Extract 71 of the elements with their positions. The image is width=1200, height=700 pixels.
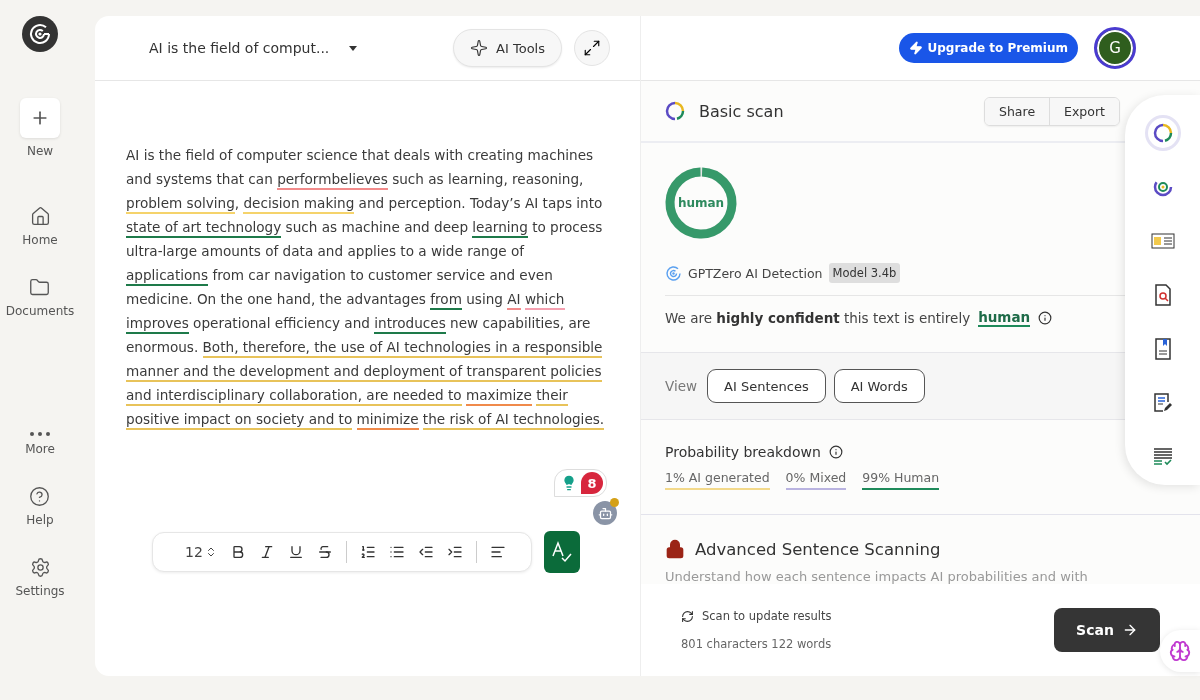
suggestions-bubble[interactable]: 8 — [554, 469, 607, 497]
breakdown-item: 1% AI generated — [665, 470, 770, 490]
grammar-check-button[interactable] — [544, 531, 580, 573]
refresh-icon — [681, 609, 694, 623]
document-icon — [1150, 232, 1175, 250]
robot-icon — [597, 505, 613, 521]
view-label: View — [665, 378, 698, 394]
align-left-button[interactable] — [489, 544, 506, 560]
ai-tools-button[interactable]: AI Tools — [453, 29, 562, 67]
sparkle-icon — [470, 39, 489, 57]
logo — [22, 16, 58, 52]
upgrade-button[interactable]: Upgrade to Premium — [899, 33, 1078, 63]
action-button[interactable]: Share — [985, 97, 1050, 125]
lightbulb-icon — [561, 475, 577, 491]
view-button[interactable]: AI Words — [833, 369, 925, 403]
font-size-select[interactable]: 12 — [185, 544, 217, 560]
bot-avatar[interactable] — [593, 501, 617, 525]
user-avatar[interactable]: G — [1094, 27, 1136, 69]
indent-button[interactable] — [446, 544, 463, 560]
scan-title: Basic scan — [699, 101, 784, 121]
document-title-dropdown[interactable]: AI is the field of comput... — [143, 39, 364, 57]
detector-name: GPTZero AI Detection — [688, 265, 823, 281]
rail-button[interactable] — [1144, 115, 1181, 151]
section-description: Understand how each sentence impacts AI probabilities and with — [665, 569, 1089, 584]
breakdown-item: 0% Mixed — [785, 470, 847, 490]
sidebar-item[interactable]: More — [25, 432, 55, 456]
breakdown-item: 99% Human — [862, 470, 940, 490]
update-note: Scan to update results — [702, 609, 832, 623]
bookmark-page-icon — [1154, 338, 1171, 360]
lock-icon — [665, 539, 685, 559]
action-button[interactable]: Export — [1049, 97, 1119, 125]
section-title: Advanced Sentence Scanning — [695, 539, 941, 559]
bullet-list-button[interactable] — [388, 544, 405, 560]
model-tag: Model 3.4b — [828, 263, 901, 283]
verdict-link[interactable]: human — [978, 309, 1031, 327]
help-icon — [29, 486, 51, 507]
verdict-text: We are highly confident this text is entirely — [665, 310, 971, 326]
note-edit-icon — [1153, 393, 1172, 413]
notification-dot — [610, 498, 619, 507]
view-button[interactable]: AI Sentences — [707, 369, 826, 403]
breakdown-title: Probability breakdown — [665, 444, 821, 460]
home-icon — [29, 206, 51, 227]
numbered-list-button[interactable] — [359, 544, 376, 560]
sidebar-item[interactable]: Help — [26, 486, 54, 527]
checklist-icon — [1152, 448, 1173, 466]
sidebar-item[interactable]: Home — [22, 206, 58, 247]
scan-button[interactable]: Scan — [1054, 608, 1160, 652]
essay-text: AI is the field of computer science that deals with creating machines and systems that can performbelieves such as learning, reasoning, problem solving, decision making and perception. Today’s AI taps into state of art technology such as machine and deep learning to process ultra-large amounts of data and applies to a wide range of applications from car navigation to customer service and even medicine. On the one hand, the advantages from using AI which improves operational efficiency and introduces new capabilities, are enormous. Both, therefore, the use of AI technologies in a responsible manner and the development and deployment of transparent policies and interdisciplinary collaboration, are needed to maximize their positive impact on society and to minimize the risk of AI technologies. — [126, 143, 610, 431]
ring-icon — [665, 101, 685, 121]
lightning-icon — [909, 41, 924, 55]
text-counts: 801 characters 122 words — [681, 637, 832, 651]
sidebar-item[interactable]: Documents — [5, 277, 75, 318]
caret-icon — [349, 45, 358, 51]
underline-button[interactable] — [287, 544, 304, 560]
spell-check-icon — [551, 540, 573, 564]
strikethrough-button[interactable] — [316, 544, 333, 560]
sidebar-item[interactable]: Settings — [15, 557, 65, 598]
more-icon — [30, 432, 50, 436]
file-search-icon — [1154, 284, 1171, 306]
outdent-button[interactable] — [417, 544, 434, 560]
brain-icon — [1169, 640, 1191, 662]
settings-icon — [29, 557, 51, 578]
documents-icon — [29, 277, 51, 298]
expand-icon — [583, 39, 601, 57]
ring-icon — [1152, 123, 1173, 143]
info-icon[interactable] — [828, 445, 843, 459]
count-badge: 8 — [581, 472, 603, 494]
expand-button[interactable] — [574, 30, 610, 66]
detector-logo — [665, 264, 682, 282]
result-donut: human — [665, 167, 737, 239]
info-icon[interactable] — [1038, 311, 1053, 325]
